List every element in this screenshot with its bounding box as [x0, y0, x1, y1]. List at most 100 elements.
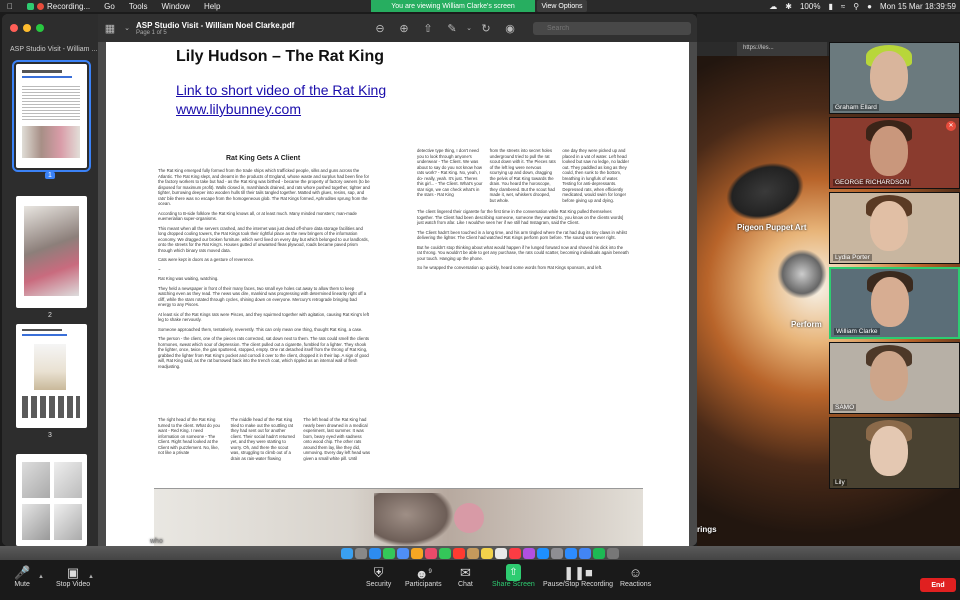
page-title: Lily Hudson – The Rat King	[176, 48, 385, 65]
zoom-app-icon[interactable]	[565, 547, 577, 559]
chat-label: Chat	[458, 581, 473, 588]
pause-recording-label: Pause/Stop Recording	[543, 581, 614, 588]
recording-indicator[interactable]: Recording...	[20, 2, 97, 11]
calendar-icon[interactable]	[453, 547, 465, 559]
browser-toolbar	[697, 14, 960, 42]
middle-head-continued: from the streets into secret holes under…	[489, 148, 556, 203]
paragraph: ~	[158, 266, 161, 272]
notes-icon[interactable]	[481, 547, 493, 559]
menu-go[interactable]: Go	[97, 2, 122, 11]
zoom-out-icon[interactable]: ⊖	[368, 22, 392, 35]
cloud-icon[interactable]: ☁	[769, 2, 777, 11]
menu-tools[interactable]: Tools	[122, 2, 155, 11]
middle-head-text: The middle head of the Rat King tried to…	[230, 417, 295, 461]
mute-button[interactable]: 🎤 Mute	[14, 564, 30, 588]
thumbnail-number: 3	[48, 432, 52, 439]
thumbnail-sidebar: ASP Studio Visit - William ... 1 2 3	[2, 14, 98, 546]
participant-tile[interactable]: SAMO	[829, 342, 960, 414]
participant-tile[interactable]: Lily	[829, 417, 960, 489]
wifi-icon[interactable]: ≈	[841, 2, 845, 11]
spotify-icon[interactable]	[593, 547, 605, 559]
chrome-icon[interactable]	[579, 547, 591, 559]
participant-face	[870, 201, 908, 251]
participant-name: Lydia Porter	[833, 254, 872, 261]
trash-icon[interactable]	[607, 547, 619, 559]
bg-label-rings: rings	[697, 525, 717, 534]
reminders-icon[interactable]	[495, 547, 507, 559]
clock[interactable]: Mon 15 Mar 18:39:59	[880, 2, 956, 11]
record-icon	[37, 2, 44, 10]
page-viewport[interactable]: Lily Hudson – The Rat King Link to short…	[98, 42, 697, 546]
facetime-icon[interactable]	[439, 547, 451, 559]
browser-tab[interactable]: https://les...	[737, 42, 827, 56]
video-link[interactable]: Link to short video of the Rat King	[176, 82, 386, 98]
zoom-window-icon[interactable]	[36, 24, 44, 32]
close-window-icon[interactable]	[10, 24, 18, 32]
participant-gallery: Graham Ellard ✕ GEORGE RICHARDSON Lydia …	[829, 42, 960, 492]
video-options-chevron-icon[interactable]: ▲	[88, 574, 94, 580]
left-head-text: The left head of the Rat King had nearly…	[303, 417, 370, 461]
rotate-icon[interactable]: ↻	[474, 22, 498, 35]
finder-icon[interactable]	[341, 547, 353, 559]
participants-label: Participants	[405, 581, 442, 588]
thumbnail-number: 1	[2, 172, 98, 179]
zoom-in-icon[interactable]: ⊕	[392, 22, 416, 35]
podcasts-icon[interactable]	[523, 547, 535, 559]
participant-tile[interactable]: Graham Ellard	[829, 42, 960, 114]
pause-stop-icon: ❚❚■	[563, 565, 593, 580]
pause-recording-button[interactable]: ❚❚■ Pause/Stop Recording	[543, 564, 613, 588]
security-button[interactable]: ⛨ Security	[366, 564, 391, 588]
website-link[interactable]: www.lilybunney.com	[176, 101, 301, 117]
end-meeting-button[interactable]: End	[920, 578, 956, 592]
system-preferences-icon[interactable]	[551, 547, 563, 559]
paragraph: At least six of the Rat Kings rats were …	[158, 311, 369, 323]
battery-icon[interactable]: ▮	[828, 2, 832, 11]
paragraph: Rat King was waiting, watching.	[158, 276, 219, 281]
share-screen-button[interactable]: ⇧ Share Screen	[492, 564, 535, 588]
paragraph: The client lingered their cigarette for …	[417, 209, 624, 225]
launchpad-icon[interactable]	[355, 547, 367, 559]
photos-icon[interactable]	[425, 547, 437, 559]
music-icon[interactable]	[509, 547, 521, 559]
page-thumbnail[interactable]	[12, 60, 91, 172]
bluetooth-icon[interactable]: ✱	[785, 2, 792, 11]
maps-icon[interactable]	[411, 547, 423, 559]
markup-pen-icon[interactable]: ✎	[440, 22, 464, 35]
menu-help[interactable]: Help	[197, 2, 227, 11]
search-icon[interactable]: ⚲	[853, 2, 859, 11]
reactions-button[interactable]: ☺ Reactions	[620, 564, 651, 588]
highlight-icon[interactable]: ◉	[498, 22, 522, 35]
app-store-icon[interactable]	[537, 547, 549, 559]
share-icon[interactable]: ⇧	[416, 22, 440, 35]
chevron-down-icon[interactable]: ⌄	[464, 24, 474, 32]
paragraph: The Rat King emerged fully formed from t…	[158, 168, 370, 206]
zoom-control-bar: 🎤 Mute ▲ ▣ Stop Video ▲ ⛨ Security ☻9 Pa…	[0, 560, 960, 600]
participant-name: SAMO	[833, 404, 857, 411]
page-thumbnail[interactable]	[16, 454, 87, 546]
search-input[interactable]	[533, 22, 691, 35]
menu-window[interactable]: Window	[155, 2, 197, 11]
stop-video-button[interactable]: ▣ Stop Video	[56, 564, 90, 588]
page-thumbnail[interactable]	[16, 196, 87, 308]
page-thumbnail[interactable]	[16, 324, 87, 428]
participant-tile-active-speaker[interactable]: William Clarke	[829, 267, 960, 339]
chevron-down-icon[interactable]: ⌄	[122, 24, 132, 32]
bg-label-perform: Perform	[791, 320, 822, 329]
apple-icon[interactable]: 	[0, 2, 20, 11]
participant-tile[interactable]: ✕ GEORGE RICHARDSON	[829, 117, 960, 189]
messages-icon[interactable]	[383, 547, 395, 559]
view-options-button[interactable]: View Options	[537, 0, 587, 12]
contacts-icon[interactable]	[467, 547, 479, 559]
safari-icon[interactable]	[369, 547, 381, 559]
sidebar-toggle-icon[interactable]: ▦	[98, 22, 122, 35]
audio-options-chevron-icon[interactable]: ▲	[38, 574, 44, 580]
mail-icon[interactable]	[397, 547, 409, 559]
chat-button[interactable]: ✉ Chat	[458, 564, 473, 588]
participants-icon: ☻9	[414, 566, 432, 582]
participant-face	[870, 126, 908, 176]
paragraph: Someone approached them, tentatively, re…	[158, 326, 363, 332]
minimize-window-icon[interactable]	[23, 24, 31, 32]
participant-tile[interactable]: Lydia Porter	[829, 192, 960, 264]
control-center-icon[interactable]: ●	[867, 2, 872, 11]
participants-button[interactable]: ☻9 Participants	[405, 564, 442, 588]
